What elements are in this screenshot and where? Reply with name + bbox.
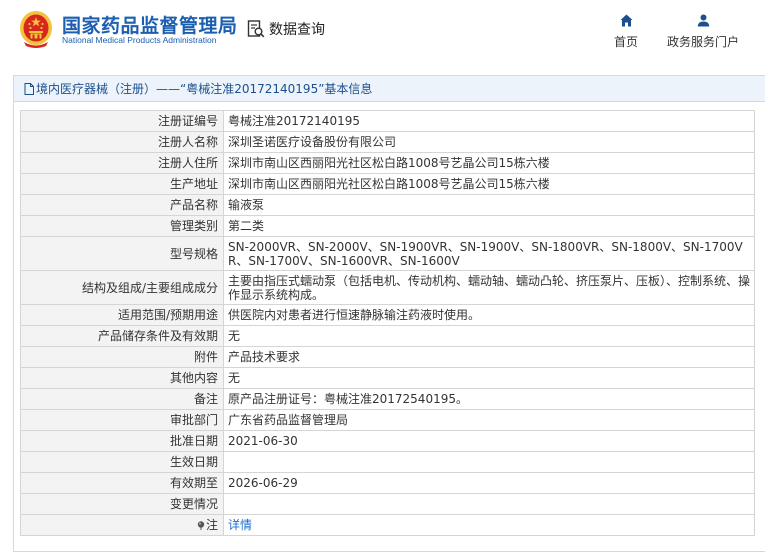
row-value: 深圳市南山区西丽阳光社区松白路1008号艺晶公司15栋六楼 — [223, 173, 755, 195]
nav-government-portal[interactable]: 政务服务门户 — [664, 14, 742, 50]
row-value: 产品技术要求 — [223, 346, 755, 368]
table-row: 审批部门 广东省药品监督管理局 — [20, 409, 755, 431]
table-row: 其他内容 无 — [20, 367, 755, 389]
table-row: 管理类别 第二类 — [20, 215, 755, 237]
table-row: 生效日期 — [20, 451, 755, 473]
row-key: 型号规格 — [20, 236, 224, 271]
site-logo-title[interactable]: 国家药品监督管理局 — [62, 11, 238, 38]
row-key-note: 注 — [20, 514, 224, 536]
row-key: 审批部门 — [20, 409, 224, 431]
row-key: 有效期至 — [20, 472, 224, 494]
table-row: 批准日期 2021-06-30 — [20, 430, 755, 452]
table-row: 附件 产品技术要求 — [20, 346, 755, 368]
site-header: 国家药品监督管理局 National Medical Products Admi… — [0, 0, 765, 62]
table-row: 产品名称 输液泵 — [20, 194, 755, 216]
table-row: 适用范围/预期用途 供医院内对患者进行恒速静脉输注药液时使用。 — [20, 304, 755, 326]
row-key: 备注 — [20, 388, 224, 410]
table-row: 生产地址 深圳市南山区西丽阳光社区松白路1008号艺晶公司15栋六楼 — [20, 173, 755, 195]
user-icon — [697, 14, 709, 27]
document-icon — [24, 82, 34, 95]
table-row: 注册人名称 深圳圣诺医疗设备股份有限公司 — [20, 131, 755, 153]
row-value — [223, 451, 755, 473]
row-key: 注册证编号 — [20, 110, 224, 132]
row-key: 生效日期 — [20, 451, 224, 473]
table-row: 注册人住所 深圳市南山区西丽阳光社区松白路1008号艺晶公司15栋六楼 — [20, 152, 755, 174]
data-query-label: 数据查询 — [269, 22, 325, 38]
national-emblem-icon — [20, 11, 52, 48]
row-key: 注册人住所 — [20, 152, 224, 174]
row-key: 管理类别 — [20, 215, 224, 237]
row-value: 无 — [223, 325, 755, 347]
row-value: SN-2000VR、SN-2000V、SN-1900VR、SN-1900V、SN… — [223, 236, 755, 271]
row-value: 详情 — [223, 514, 755, 536]
row-value: 广东省药品监督管理局 — [223, 409, 755, 431]
document-search-icon — [247, 20, 265, 38]
row-key: 适用范围/预期用途 — [20, 304, 224, 326]
row-value: 粤械注准20172140195 — [223, 110, 755, 132]
row-key: 批准日期 — [20, 430, 224, 452]
table-row: 结构及组成/主要组成成分 主要由指压式蠕动泵（包括电机、传动机构、蠕动轴、蠕动凸… — [20, 270, 755, 305]
row-value: 深圳圣诺医疗设备股份有限公司 — [223, 131, 755, 153]
device-info-panel: 境内医疗器械（注册）——“粤械注准20172140195”基本信息 注册证编号 … — [13, 75, 765, 552]
table-row: 变更情况 — [20, 493, 755, 515]
row-key: 注册人名称 — [20, 131, 224, 153]
row-key: 变更情况 — [20, 493, 224, 515]
row-key: 其他内容 — [20, 367, 224, 389]
pin-icon — [197, 521, 205, 530]
table-row: 有效期至 2026-06-29 — [20, 472, 755, 494]
row-value — [223, 493, 755, 515]
info-table: 注册证编号 粤械注准20172140195 注册人名称 深圳圣诺医疗设备股份有限… — [20, 110, 755, 536]
row-key: 附件 — [20, 346, 224, 368]
nav-home-label: 首页 — [613, 35, 638, 49]
table-row: 注 详情 — [20, 514, 755, 536]
details-link[interactable]: 详情 — [228, 518, 252, 532]
row-value: 原产品注册证号：粤械注准20172540195。 — [223, 388, 755, 410]
row-value: 第二类 — [223, 215, 755, 237]
row-key: 产品名称 — [20, 194, 224, 216]
data-query-link[interactable]: 数据查询 — [247, 19, 325, 39]
row-value: 主要由指压式蠕动泵（包括电机、传动机构、蠕动轴、蠕动凸轮、挤压泵片、压板）、控制… — [223, 270, 755, 305]
table-row: 注册证编号 粤械注准20172140195 — [20, 110, 755, 132]
row-value: 深圳市南山区西丽阳光社区松白路1008号艺晶公司15栋六楼 — [223, 152, 755, 174]
note-key-label: 注 — [205, 518, 218, 532]
row-key: 生产地址 — [20, 173, 224, 195]
row-value: 无 — [223, 367, 755, 389]
row-value: 输液泵 — [223, 194, 755, 216]
nav-home[interactable]: 首页 — [608, 14, 644, 50]
row-value: 2021-06-30 — [223, 430, 755, 452]
table-row: 备注 原产品注册证号：粤械注准20172540195。 — [20, 388, 755, 410]
panel-title-text: 境内医疗器械（注册）——“粤械注准20172140195”基本信息 — [36, 82, 373, 96]
nav-portal-label: 政务服务门户 — [666, 35, 739, 49]
row-value: 2026-06-29 — [223, 472, 755, 494]
site-logo-subtitle[interactable]: National Medical Products Administration — [62, 35, 217, 45]
panel-title: 境内医疗器械（注册）——“粤械注准20172140195”基本信息 — [14, 76, 765, 102]
row-key: 结构及组成/主要组成成分 — [20, 270, 224, 305]
row-value: 供医院内对患者进行恒速静脉输注药液时使用。 — [223, 304, 755, 326]
row-key: 产品储存条件及有效期 — [20, 325, 224, 347]
table-row: 产品储存条件及有效期 无 — [20, 325, 755, 347]
home-icon — [620, 14, 632, 27]
table-row: 型号规格 SN-2000VR、SN-2000V、SN-1900VR、SN-190… — [20, 236, 755, 271]
